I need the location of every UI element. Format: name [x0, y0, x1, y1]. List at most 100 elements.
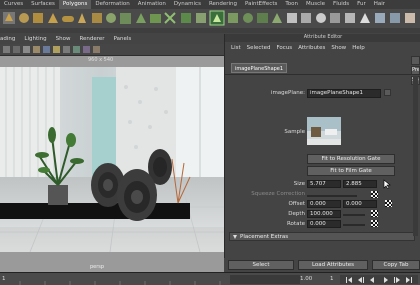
- select-button[interactable]: Select: [228, 260, 294, 270]
- attribute-editor-menu-item[interactable]: Help: [352, 45, 365, 51]
- shelf-tool-icon[interactable]: [120, 13, 131, 24]
- lighting-icon[interactable]: [53, 46, 60, 53]
- placement-extras-section[interactable]: Placement Extras: [229, 232, 415, 241]
- isolate-icon[interactable]: [63, 46, 70, 53]
- image-plane-field[interactable]: imagePlaneShape1: [307, 89, 381, 98]
- shelf-tab-surfaces[interactable]: Surfaces: [27, 0, 59, 9]
- depth-map-icon[interactable]: [371, 210, 378, 217]
- depth-slider[interactable]: [343, 214, 365, 216]
- shelf-tool-icon[interactable]: [228, 13, 238, 23]
- attribute-editor-scrollbar[interactable]: [413, 76, 418, 236]
- go-to-start-icon[interactable]: [346, 277, 352, 283]
- step-forward-icon[interactable]: [394, 277, 400, 283]
- shelf-tool-icon[interactable]: [272, 13, 282, 23]
- resolution-label: 960 x 540: [88, 57, 114, 63]
- attribute-editor-menu-item[interactable]: List: [231, 45, 241, 51]
- shelf-tab-deformation[interactable]: Deformation: [91, 0, 133, 9]
- shelf-icon-bar: [0, 9, 420, 33]
- grid-icon[interactable]: [13, 46, 20, 53]
- shelf-tab-polygons[interactable]: Polygons: [58, 0, 92, 9]
- shelf-tool-icon[interactable]: [345, 13, 355, 23]
- shelf-tab-muscle[interactable]: Muscle: [302, 0, 329, 9]
- shelf-tool-icon[interactable]: [33, 13, 43, 23]
- go-to-end-icon[interactable]: [406, 277, 412, 283]
- shelf-tool-icon[interactable]: [390, 13, 400, 23]
- rotate-slider[interactable]: [343, 224, 365, 226]
- fit-to-film-gate-button[interactable]: Fit to Film Gate: [307, 166, 395, 176]
- offset-y-field[interactable]: 0.000: [343, 200, 377, 208]
- panel-menu-item[interactable]: Panels: [114, 36, 132, 42]
- shelf-tool-icon[interactable]: [287, 13, 297, 23]
- tab-image-plane-shape[interactable]: imagePlaneShape1: [231, 63, 287, 73]
- shelf-tool-icon[interactable]: [106, 13, 116, 23]
- shelf-tab-hair[interactable]: Hair: [370, 0, 389, 9]
- squeeze-map-icon[interactable]: [371, 191, 378, 198]
- shelf-tool-icon[interactable]: [62, 16, 74, 22]
- attribute-editor-menu-item[interactable]: Show: [331, 45, 346, 51]
- shelf-tool-icon[interactable]: [257, 13, 268, 23]
- step-back-icon[interactable]: [358, 277, 364, 283]
- rotate-field[interactable]: 0.000: [307, 220, 341, 228]
- depth-field[interactable]: 100.000: [307, 210, 341, 218]
- panel-menu-item[interactable]: Renderer: [79, 36, 104, 42]
- shelf-tool-icon-selected[interactable]: [209, 10, 225, 26]
- attribute-editor-menu-item[interactable]: Focus: [276, 45, 292, 51]
- load-attributes-button[interactable]: Load Attributes: [298, 260, 368, 270]
- shelf-tool-icon[interactable]: [19, 13, 29, 23]
- offset-x-field[interactable]: 0.000: [307, 200, 341, 208]
- shelf-tool-icon[interactable]: [196, 13, 206, 23]
- shelf-tool-icon[interactable]: [150, 14, 161, 23]
- shelf-tool-icon[interactable]: [78, 13, 86, 23]
- time-slider-bar[interactable]: 1 1.00 1: [0, 272, 420, 285]
- attribute-editor-menu-item[interactable]: Attributes: [298, 45, 325, 51]
- timeline-playback-value[interactable]: 1.00: [300, 276, 312, 282]
- resolution-gate-icon[interactable]: [83, 46, 90, 53]
- play-backwards-icon[interactable]: [370, 277, 374, 283]
- shelf-tool-icon[interactable]: [181, 13, 191, 23]
- shaded-icon[interactable]: [33, 46, 40, 53]
- image-plane-render: [0, 67, 224, 252]
- xray-icon[interactable]: [73, 46, 80, 53]
- panel-menu-item[interactable]: Show: [56, 36, 71, 42]
- panel-menu-item[interactable]: ading: [0, 36, 15, 42]
- shelf-tool-icon[interactable]: [360, 13, 370, 23]
- shelf-tool-icon[interactable]: [301, 13, 311, 23]
- play-forwards-icon[interactable]: [384, 277, 388, 283]
- panel-toolbar: [0, 44, 224, 56]
- shelf-tool-icon[interactable]: [164, 12, 176, 24]
- shelf-tab-fluids[interactable]: Fluids: [329, 0, 353, 9]
- shelf-tool-icon[interactable]: [136, 13, 146, 23]
- focus-button[interactable]: [411, 56, 420, 65]
- shelf-tab-fur[interactable]: Fur: [353, 0, 370, 9]
- texture-icon[interactable]: [43, 46, 50, 53]
- fit-to-resolution-gate-button[interactable]: Fit to Resolution Gate: [307, 154, 395, 164]
- rotate-map-icon[interactable]: [371, 220, 378, 227]
- attribute-editor-menu-item[interactable]: Selected: [247, 45, 271, 51]
- camera-icon[interactable]: [3, 46, 10, 53]
- panel-menu-item[interactable]: Lighting: [24, 36, 46, 42]
- offset-map-icon[interactable]: [385, 200, 392, 207]
- shelf-tool-icon[interactable]: [48, 13, 58, 23]
- shelf-tab-animation[interactable]: Animation: [134, 0, 170, 9]
- copy-tab-button[interactable]: Copy Tab: [372, 260, 420, 270]
- perspective-viewport[interactable]: 960 x 540 persp: [0, 56, 224, 272]
- shelf-tab-curves[interactable]: Curves: [0, 0, 27, 9]
- shelf-tool-icon[interactable]: [405, 13, 415, 23]
- input-connection-arrow-icon[interactable]: [384, 89, 391, 96]
- shelf-tab-painteffects[interactable]: PaintEffects: [241, 0, 281, 9]
- attribute-editor-menu: List Selected Focus Attributes Show Help: [225, 42, 420, 53]
- shelf-tool-icon[interactable]: [375, 13, 385, 23]
- shelf-tool-icon[interactable]: [3, 12, 15, 24]
- shelf-tab-rendering[interactable]: Rendering: [205, 0, 241, 9]
- shelf-tool-icon[interactable]: [92, 13, 102, 23]
- shelf-tab-toon[interactable]: Toon: [281, 0, 302, 9]
- film-gate-icon[interactable]: [93, 46, 100, 53]
- shelf-tool-icon[interactable]: [330, 13, 340, 23]
- size-x-field[interactable]: 5.707: [307, 180, 341, 188]
- wireframe-icon[interactable]: [23, 46, 30, 53]
- shelf-tool-icon[interactable]: [243, 13, 253, 23]
- shelf-tool-icon[interactable]: [316, 13, 326, 23]
- shelf-tab-dynamics[interactable]: Dynamics: [170, 0, 205, 9]
- squeeze-correction-slider[interactable]: [307, 195, 357, 197]
- size-y-field[interactable]: 2.885: [343, 180, 377, 188]
